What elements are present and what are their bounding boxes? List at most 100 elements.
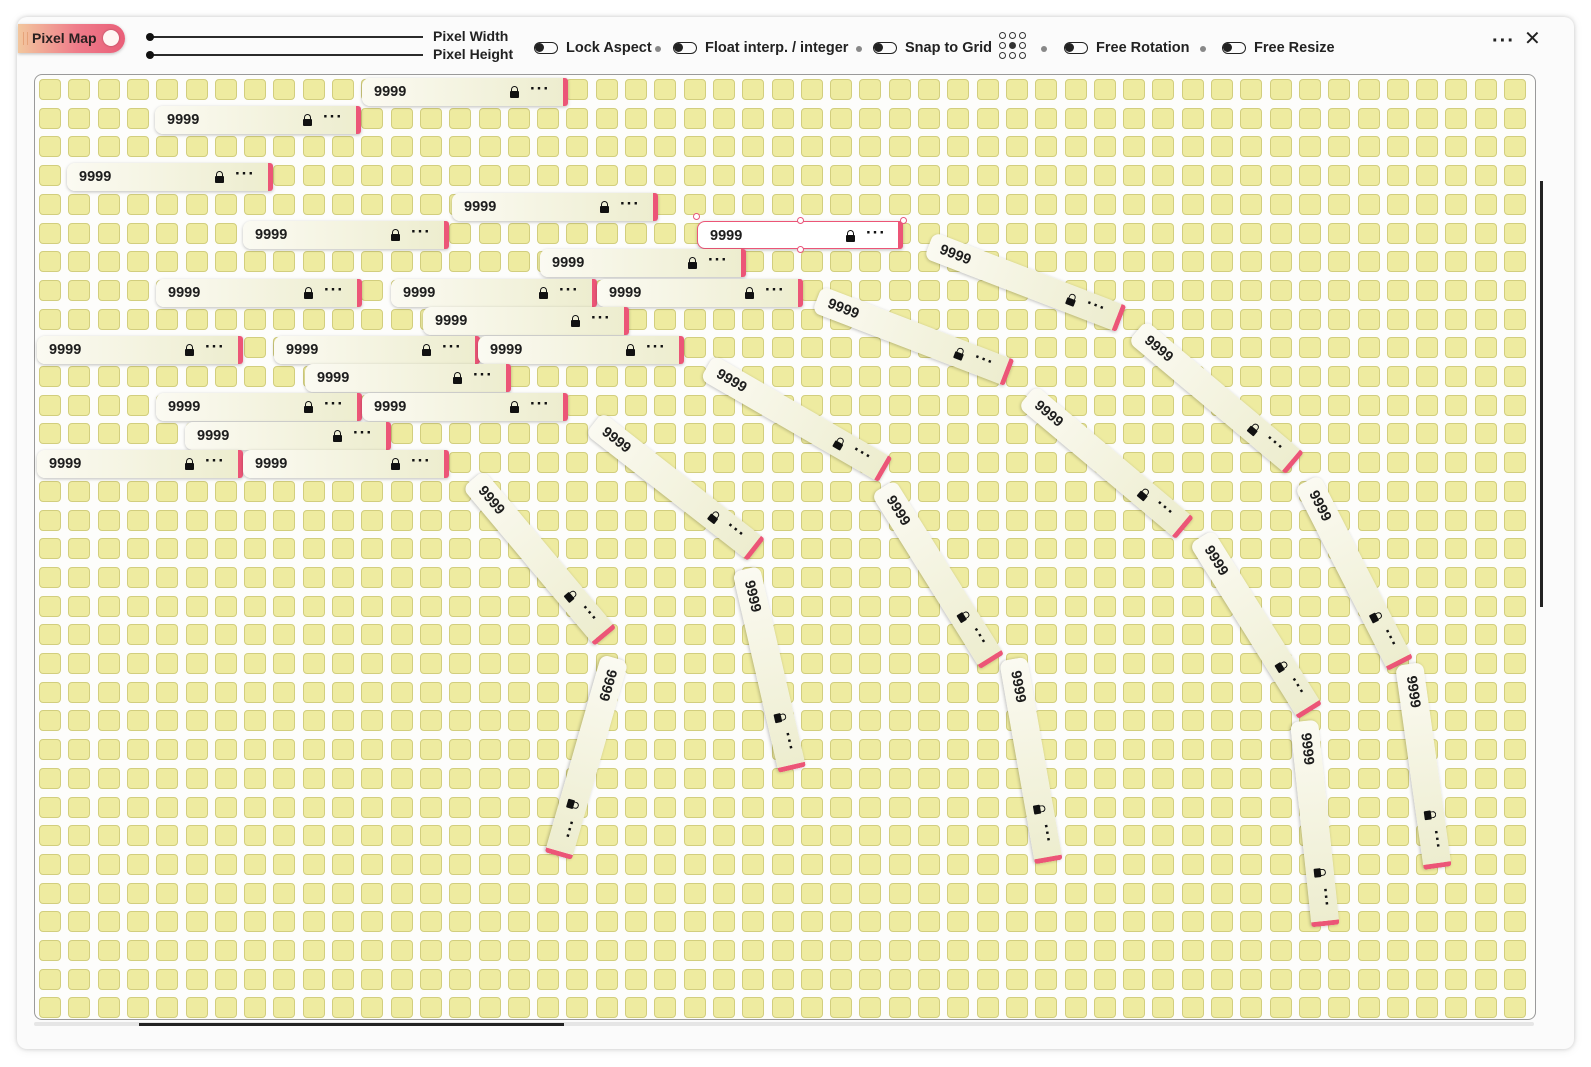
pixel-cell[interactable] [1093,710,1116,732]
pixel-cell[interactable] [156,796,179,818]
pixel-cell[interactable] [214,940,237,961]
lock-open-icon[interactable] [956,609,971,624]
pixel-cell[interactable] [449,165,472,187]
vertical-scrollbar[interactable] [1540,181,1543,607]
pixel-cell[interactable] [1240,279,1263,301]
pixel-cell[interactable] [214,681,237,703]
pixel-cell[interactable] [1064,193,1087,215]
pixel-cell[interactable] [126,997,149,1019]
pixel-cell[interactable] [712,796,735,818]
pixel-cell[interactable] [449,681,472,703]
pixel-cell[interactable] [1386,308,1409,330]
pixel-cell[interactable] [1504,595,1526,617]
pixel-cell[interactable] [449,624,472,646]
pixel-cell[interactable] [244,251,267,273]
pixel-cell[interactable] [712,595,735,617]
pixel-cell[interactable] [478,653,501,674]
pixel-cell[interactable] [771,165,794,187]
pixel-cell[interactable] [1035,882,1058,904]
pixel-cell[interactable] [830,193,853,215]
pixel-cell[interactable] [1298,653,1321,674]
pixel-cell[interactable] [654,79,677,100]
pixel-cell[interactable] [97,308,120,330]
pixel-cell[interactable] [1152,107,1175,129]
pixel-cell[interactable] [419,853,442,875]
pixel-cell[interactable] [39,222,61,244]
pixel-cell[interactable] [1152,853,1175,875]
pixel-cell[interactable] [1093,193,1116,215]
pixel-cell[interactable] [1005,423,1028,445]
pixel-cell[interactable] [1474,911,1497,933]
pixel-cell[interactable] [595,366,618,387]
tag-value[interactable]: 9999 [552,255,584,271]
tag-value[interactable]: 9999 [197,428,229,444]
pixel-cell[interactable] [654,882,677,904]
resize-handle[interactable] [797,217,804,224]
pixel-cell[interactable] [1152,79,1175,100]
pixel-cell[interactable] [1005,136,1028,158]
pixel-cell[interactable] [273,251,296,273]
pixel-cell[interactable] [390,825,413,847]
pixel-cell[interactable] [126,423,149,445]
pixel-tag[interactable]: 9999 ··· [423,307,629,335]
pixel-cell[interactable] [859,710,882,732]
tag-more-icon[interactable]: ··· [205,451,225,471]
pixel-cell[interactable] [1298,107,1321,129]
pixel-cell[interactable] [1504,308,1526,330]
pixel-cell[interactable] [1181,882,1204,904]
pixel-cell[interactable] [97,509,120,531]
pixel-cell[interactable] [566,452,589,474]
pixel-cell[interactable] [1152,193,1175,215]
pixel-cell[interactable] [859,882,882,904]
pixel-cell[interactable] [771,509,794,531]
pixel-cell[interactable] [332,739,354,761]
pixel-cell[interactable] [1240,997,1263,1019]
anchor-dot[interactable] [1009,32,1016,39]
pixel-cell[interactable] [1093,624,1116,646]
pixel-cell[interactable] [1123,222,1146,244]
pixel-cell[interactable] [830,566,853,588]
tag-more-icon[interactable]: ··· [411,451,431,471]
tag-value[interactable]: 9999 [464,199,496,215]
pixel-cell[interactable] [1181,624,1204,646]
pixel-cell[interactable] [126,825,149,847]
pixel-cell[interactable] [1181,136,1204,158]
pixel-cell[interactable] [918,940,940,961]
pixel-cell[interactable] [712,452,735,474]
pixel-cell[interactable] [683,79,706,100]
pixel-cell[interactable] [1211,796,1233,818]
pixel-cell[interactable] [1357,222,1380,244]
pixel-cell[interactable] [273,480,296,502]
pixel-cell[interactable] [302,251,325,273]
pixel-cell[interactable] [361,279,384,301]
pixel-cell[interactable] [214,997,237,1019]
pixel-cell[interactable] [97,710,120,732]
pixel-cell[interactable] [712,566,735,588]
pixel-cell[interactable] [566,882,589,904]
pixel-cell[interactable] [126,222,149,244]
pixel-cell[interactable] [976,222,999,244]
pixel-cell[interactable] [771,251,794,273]
pixel-cell[interactable] [244,624,267,646]
pixel-tag[interactable]: 9999 ··· [391,279,597,307]
pixel-cell[interactable] [332,251,354,273]
pixel-cell[interactable] [1064,595,1087,617]
pixel-cell[interactable] [1357,509,1380,531]
pixel-cell[interactable] [1005,509,1028,531]
pixel-cell[interactable] [1181,710,1204,732]
pixel-cell[interactable] [97,997,120,1019]
pixel-cell[interactable] [1123,997,1146,1019]
pixel-cell[interactable] [39,394,61,416]
pixel-cell[interactable] [244,136,267,158]
pixel-cell[interactable] [68,193,91,215]
pixel-cell[interactable] [185,595,208,617]
pixel-cell[interactable] [1298,308,1321,330]
pixel-cell[interactable] [1269,796,1292,818]
pixel-cell[interactable] [68,681,91,703]
pixel-cell[interactable] [1474,251,1497,273]
pixel-cell[interactable] [800,509,823,531]
pixel-cell[interactable] [1240,107,1263,129]
pixel-cell[interactable] [1416,624,1439,646]
lock-open-icon[interactable] [1246,422,1262,437]
pixel-cell[interactable] [1181,308,1204,330]
